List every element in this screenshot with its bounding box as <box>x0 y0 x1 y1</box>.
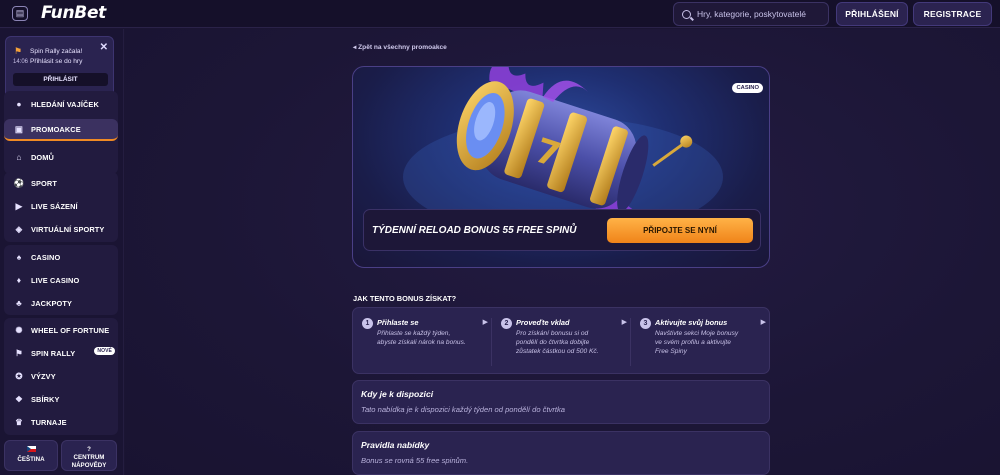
back-link-label: Zpět na všechny promoakce <box>358 44 447 51</box>
clover-icon: ♣ <box>16 298 22 308</box>
notification-text: Spin Rally začala! Přihlásit se do hry <box>30 48 83 65</box>
ball-icon: ⚽ <box>13 177 25 188</box>
sidebar-item-label: VIRTUÁLNÍ SPORTY <box>31 224 105 234</box>
sidebar-item-label: HLEDÁNÍ VAJÍČEK <box>31 99 99 109</box>
search-box[interactable] <box>673 2 829 26</box>
sidebar-item-label: WHEEL OF FORTUNE <box>31 325 110 335</box>
sidebar-item-label: JACKPOTY <box>31 298 73 308</box>
sidebar-item-label: TURNAJE <box>31 417 67 427</box>
sidebar-item-live-casino[interactable]: ♦ LIVE CASINO <box>4 269 118 291</box>
step-text: Pro získání bonusu si od pondělí do čtvr… <box>516 330 599 356</box>
play-arrow-icon: ▶ <box>621 319 627 326</box>
sidebar-item-label: SPORT <box>31 178 57 188</box>
sidebar-item-virtual-sports[interactable]: ◈ VIRTUÁLNÍ SPORTY <box>4 218 118 240</box>
how-to-get-title: JAK TENTO BONUS ZÍSKAT? <box>353 294 457 303</box>
sidebar-item-label: LIVE CASINO <box>31 275 80 285</box>
rules-box: Pravidla nabídky Bonus se rovná 55 free … <box>352 431 770 475</box>
join-now-button[interactable]: PŘIPOJTE SE NYNÍ <box>607 218 753 243</box>
sidebar-item-label: SBÍRKY <box>31 394 60 404</box>
cards-icon: ♠ <box>16 252 22 262</box>
sidebar-item-tournaments[interactable]: ♛ TURNAJE <box>4 411 118 433</box>
egg-icon: ● <box>16 99 22 109</box>
new-badge: NOVÉ <box>94 347 115 355</box>
home-icon: ⌂ <box>16 152 22 162</box>
medal-icon: ✪ <box>15 370 23 381</box>
dealer-icon: ♦ <box>16 275 22 285</box>
sidebar-item-label: CASINO <box>31 252 61 262</box>
sidebar-item-label: VÝZVY <box>31 371 56 381</box>
sidebar-item-live-betting[interactable]: ▶ LIVE SÁZENÍ <box>4 195 118 217</box>
step-title: Přihlaste se <box>377 318 419 327</box>
sidebar-item-wheel-of-fortune[interactable]: ✺ WHEEL OF FORTUNE <box>4 319 118 341</box>
top-header: ▤ FunBet PŘIHLÁŠENÍ REGISTRACE <box>0 0 1000 28</box>
sidebar-item-challenges[interactable]: ✪ VÝZVY <box>4 365 118 387</box>
rules-title: Pravidla nabídky <box>361 440 430 450</box>
play-arrow-icon: ▶ <box>760 319 766 326</box>
sidebar-item-spin-rally[interactable]: ⚑ SPIN RALLY NOVÉ <box>4 342 118 364</box>
sidebar-group-sport: ⚽ SPORT ▶ LIVE SÁZENÍ ◈ VIRTUÁLNÍ SPORTY <box>4 172 118 242</box>
play-arrow-icon: ▶ <box>482 319 488 326</box>
back-to-promotions-link[interactable]: ◂ Zpět na všechny promoakce <box>353 43 447 51</box>
flag-icon: ⚑ <box>15 347 23 358</box>
step-text: Navštivte sekci Moje bonusy ve svém prof… <box>655 330 739 356</box>
search-input[interactable] <box>697 9 825 19</box>
sidebar-item-promotions[interactable]: ▣ PROMOAKCE <box>4 119 118 141</box>
help-center-button[interactable]: ? CENTRUM NÁPOVĚDY <box>61 440 117 471</box>
help-icon: ? <box>87 446 91 453</box>
sidebar-item-label: PROMOAKCE <box>31 124 81 134</box>
sidebar-toggle-icon[interactable]: ▤ <box>12 6 28 21</box>
sidebar-group-promo: ● HLEDÁNÍ VAJÍČEK ▣ PROMOAKCE ⌂ DOMŮ <box>4 91 118 174</box>
collection-icon: ❖ <box>15 393 23 404</box>
sidebar-item-collections[interactable]: ❖ SBÍRKY <box>4 388 118 410</box>
trophy-icon: ♛ <box>15 416 23 427</box>
rules-text: Bonus se rovná 55 free spinům. <box>361 456 469 465</box>
sidebar-item-egg-hunt[interactable]: ● HLEDÁNÍ VAJÍČEK <box>4 93 118 115</box>
sidebar-item-jackpots[interactable]: ♣ JACKPOTY <box>4 292 118 314</box>
language-selector[interactable]: ČEŠTINA <box>4 440 58 471</box>
gift-icon: ▣ <box>14 123 24 134</box>
availability-box: Kdy je k dispozici Tato nabídka je k dis… <box>352 380 770 424</box>
language-label: ČEŠTINA <box>17 456 45 463</box>
search-icon <box>682 9 691 19</box>
step-number: 3 <box>640 318 651 329</box>
notification-time: 14:06 <box>13 59 29 65</box>
sidebar: ⚑ 14:06 Spin Rally začala! Přihlásit se … <box>0 29 124 475</box>
sidebar-item-label: DOMŮ <box>31 152 54 162</box>
promo-bar: TÝDENNÍ RELOAD BONUS 55 FREE SPINŮ PŘIPO… <box>363 209 761 251</box>
sidebar-group-games: ✺ WHEEL OF FORTUNE ⚑ SPIN RALLY NOVÉ ✪ V… <box>4 318 118 435</box>
promo-hero-banner: 7 CASINO TÝDENNÍ RELOAD BONUS 55 FREE SP… <box>352 66 770 268</box>
close-icon[interactable]: ✕ <box>100 42 108 53</box>
sidebar-item-label: SPIN RALLY <box>31 348 76 358</box>
gamepad-icon: ◈ <box>15 223 23 234</box>
sidebar-group-casino: ♠ CASINO ♦ LIVE CASINO ♣ JACKPOTY <box>4 245 118 315</box>
availability-text: Tato nabídka je k dispozici každý týden … <box>361 405 566 414</box>
help-label: CENTRUM NÁPOVĚDY <box>71 454 107 469</box>
step-title: Aktivujte svůj bonus <box>655 318 728 327</box>
step-text: Přihlaste se každý týden, abyste získali… <box>377 330 466 347</box>
register-button[interactable]: REGISTRACE <box>913 2 992 26</box>
sidebar-item-label: LIVE SÁZENÍ <box>31 201 78 211</box>
availability-title: Kdy je k dispozici <box>361 389 434 399</box>
divider <box>491 318 492 366</box>
czech-flag-icon <box>26 446 36 452</box>
live-icon: ▶ <box>15 200 23 211</box>
sidebar-item-home[interactable]: ⌂ DOMŮ <box>4 146 118 168</box>
step-number: 1 <box>362 318 373 329</box>
wheel-icon: ✺ <box>15 324 23 335</box>
divider <box>630 318 631 366</box>
step-number: 2 <box>501 318 512 329</box>
login-button[interactable]: PŘIHLÁŠENÍ <box>836 2 908 26</box>
casino-tag: CASINO <box>732 83 763 93</box>
sidebar-item-casino[interactable]: ♠ CASINO <box>4 246 118 268</box>
flag-icon: ⚑ <box>14 46 23 56</box>
promo-title: TÝDENNÍ RELOAD BONUS 55 FREE SPINŮ <box>372 225 577 236</box>
step-title: Proveďte vklad <box>516 318 570 327</box>
steps-panel: 1 Přihlaste se Přihlaste se každý týden,… <box>352 307 770 374</box>
sidebar-item-sport[interactable]: ⚽ SPORT <box>4 172 118 194</box>
logo[interactable]: FunBet <box>41 3 106 23</box>
notification-login-button[interactable]: PŘIHLÁSIT <box>13 73 108 86</box>
